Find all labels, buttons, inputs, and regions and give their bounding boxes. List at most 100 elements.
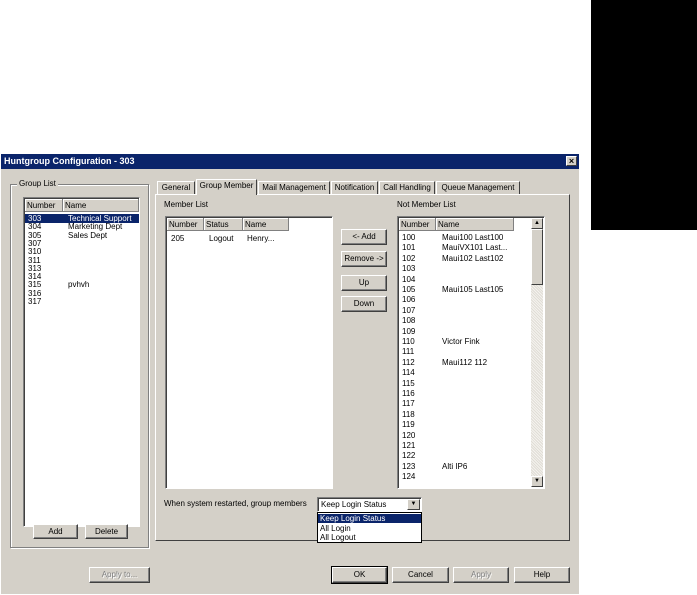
group-list-header-name[interactable]: Name — [63, 199, 139, 212]
group-delete-button[interactable]: Delete — [85, 524, 128, 539]
not-member-list-row[interactable]: 123 Alti IP6 — [399, 462, 529, 471]
not-member-list-row[interactable]: 103 — [399, 264, 529, 273]
not-member-list-row[interactable]: 118 — [399, 410, 529, 419]
ok-button[interactable]: OK — [331, 566, 388, 584]
group-add-button[interactable]: Add — [33, 524, 78, 539]
not-member-name: Maui112 112 — [442, 357, 488, 367]
not-member-list-row[interactable]: 109 — [399, 327, 529, 336]
not-member-list-row[interactable]: 116 — [399, 389, 529, 398]
not-member-number: 119 — [402, 420, 415, 430]
not-member-name: Maui105 Last105 — [442, 285, 504, 294]
scroll-thumb[interactable] — [531, 229, 543, 285]
not-member-list-row[interactable]: 119 — [399, 420, 529, 429]
not-member-list-row[interactable]: 105 Maui105 Last105 — [399, 285, 529, 294]
member-list-row[interactable]: 205 Logout Henry... — [167, 234, 327, 243]
tab-queue-management[interactable]: Queue Management — [436, 181, 520, 194]
not-member-list-row[interactable]: 108 — [399, 316, 529, 325]
member-list-header-name[interactable]: Name — [243, 218, 289, 231]
not-member-list-row[interactable]: 101 MauiVX101 Last... — [399, 243, 529, 252]
not-member-name: Maui100 Last100 — [442, 233, 504, 242]
not-member-number: 115 — [402, 378, 415, 388]
group-list-header-number[interactable]: Number — [25, 199, 63, 212]
not-member-number: 104 — [402, 274, 416, 284]
not-member-list-row[interactable]: 124 — [399, 472, 529, 481]
apply-to-button[interactable]: Apply to... — [89, 567, 150, 583]
restart-select[interactable]: Keep Login Status ▼ — [317, 497, 422, 512]
not-member-number: 109 — [402, 326, 416, 336]
dialog-titlebar: Huntgroup Configuration - 303 × — [1, 154, 579, 169]
group-number: 317 — [28, 297, 42, 306]
background-black-panel — [591, 0, 697, 230]
not-member-list-row[interactable]: 117 — [399, 399, 529, 408]
not-member-list-row[interactable]: 121 — [399, 441, 529, 450]
not-member-number: 120 — [402, 430, 416, 440]
member-list-header-number[interactable]: Number — [167, 218, 204, 231]
restart-option[interactable]: All Logout — [318, 533, 421, 542]
member-list[interactable]: Number Status Name 205 Logout Henry... — [165, 216, 333, 489]
tab-notification[interactable]: Notification — [331, 181, 378, 194]
not-member-number: 121 — [402, 441, 416, 450]
restart-label: When system restarted, group members — [164, 499, 307, 508]
tab-group-member[interactable]: Group Member — [196, 179, 257, 195]
not-member-number: 105 — [402, 285, 416, 294]
not-member-number: 123 — [402, 461, 416, 471]
not-member-list-row[interactable]: 104 — [399, 275, 529, 284]
not-member-number: 107 — [402, 305, 416, 315]
close-icon[interactable]: × — [566, 156, 577, 166]
remove-member-button[interactable]: Remove -> — [341, 251, 387, 267]
member-number: 205 — [171, 234, 185, 243]
not-member-number: 103 — [402, 264, 416, 274]
not-member-list-row[interactable]: 120 — [399, 431, 529, 440]
not-member-list-row[interactable]: 110 Victor Fink — [399, 337, 529, 346]
not-member-list-row[interactable]: 115 — [399, 379, 529, 388]
tab-mail-management[interactable]: Mail Management — [258, 181, 330, 194]
not-member-number: 102 — [402, 253, 416, 263]
not-member-name: Alti IP6 — [442, 461, 468, 471]
group-list-row[interactable]: 317 — [25, 297, 139, 306]
not-member-number: 114 — [402, 368, 415, 378]
scroll-down-icon[interactable]: ▼ — [531, 476, 543, 487]
cancel-button[interactable]: Cancel — [392, 567, 449, 583]
not-member-list-row[interactable]: 111 — [399, 347, 529, 356]
not-member-name: MauiVX101 Last... — [442, 243, 508, 253]
not-member-list-row[interactable]: 107 — [399, 306, 529, 315]
restart-option[interactable]: Keep Login Status — [318, 514, 421, 523]
add-member-button[interactable]: <- Add — [341, 229, 387, 245]
not-member-name: Victor Fink — [442, 337, 480, 346]
group-list-label: Group List — [17, 179, 58, 188]
member-name: Henry... — [247, 234, 275, 243]
tab-general[interactable]: General — [157, 181, 195, 194]
restart-dropdown: Keep Login Status All Login All Logout — [317, 512, 422, 543]
not-member-list-header-number[interactable]: Number — [399, 218, 436, 231]
not-member-list[interactable]: Number Name 100 Maui100 Last100 101 MauiVX1… — [397, 216, 545, 489]
help-button[interactable]: Help — [514, 567, 570, 583]
not-member-list-row[interactable]: 122 — [399, 451, 529, 460]
dialog-title: Huntgroup Configuration - 303 — [4, 156, 135, 166]
member-status: Logout — [209, 234, 234, 243]
tab-call-handling[interactable]: Call Handling — [379, 181, 435, 194]
group-list[interactable]: Number Name 303 Technical Support 304 Marke… — [23, 197, 140, 527]
huntgroup-dialog: Huntgroup Configuration - 303 × Group Li… — [1, 154, 579, 594]
not-member-list-row[interactable]: 106 — [399, 295, 529, 304]
not-member-number: 106 — [402, 295, 416, 305]
not-member-list-row[interactable]: 114 — [399, 368, 529, 377]
not-member-number: 118 — [402, 409, 415, 419]
chevron-down-icon[interactable]: ▼ — [407, 499, 420, 510]
restart-option[interactable]: All Login — [318, 524, 421, 533]
not-member-number: 112 — [402, 357, 415, 367]
move-up-button[interactable]: Up — [341, 275, 387, 291]
scroll-up-icon[interactable]: ▲ — [531, 218, 543, 229]
member-list-header-status[interactable]: Status — [204, 218, 243, 231]
not-member-number: 116 — [402, 389, 415, 398]
apply-button[interactable]: Apply — [453, 567, 509, 583]
move-down-button[interactable]: Down — [341, 296, 387, 312]
not-member-list-row[interactable]: 112 Maui112 112 — [399, 358, 529, 367]
not-member-list-header-name[interactable]: Name — [436, 218, 514, 231]
not-member-list-row[interactable]: 100 Maui100 Last100 — [399, 233, 529, 242]
member-list-label: Member List — [164, 200, 209, 209]
not-member-number: 101 — [402, 243, 416, 253]
not-member-name: Maui102 Last102 — [442, 253, 504, 263]
not-member-list-row[interactable]: 102 Maui102 Last102 — [399, 254, 529, 263]
not-member-number: 110 — [402, 337, 415, 346]
restart-select-value: Keep Login Status — [321, 500, 387, 509]
